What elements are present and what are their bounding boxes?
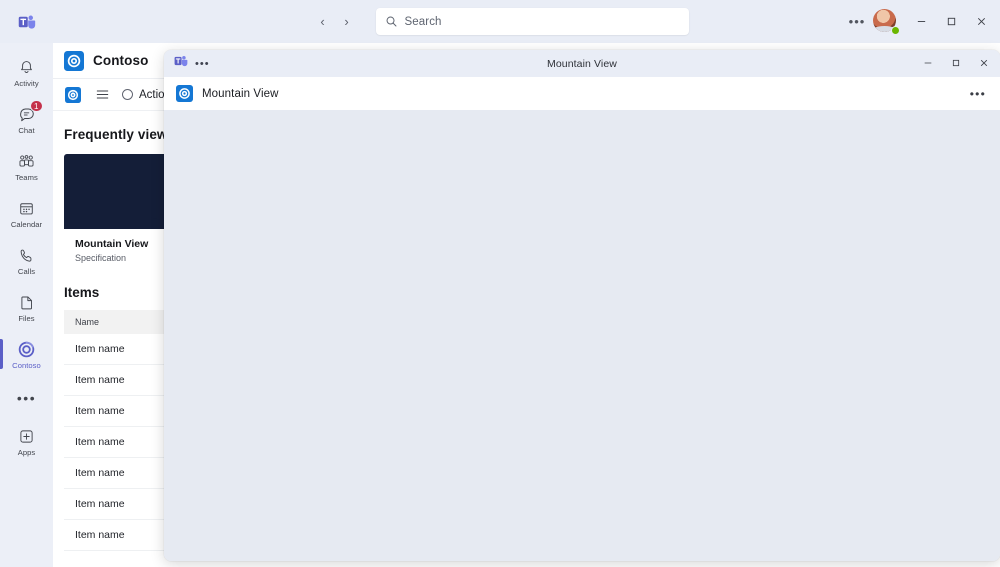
popup-app-header: Mountain View ••• bbox=[164, 77, 1000, 110]
sidebar-item-label: Calendar bbox=[10, 219, 43, 229]
sidebar-item-label: Teams bbox=[15, 172, 38, 182]
hamburger-menu-icon[interactable] bbox=[93, 86, 111, 104]
popup-close-button[interactable] bbox=[970, 50, 998, 77]
bell-icon bbox=[17, 58, 37, 78]
active-indicator bbox=[0, 339, 3, 369]
sidebar-item-label: Calls bbox=[17, 266, 36, 276]
apps-plus-icon bbox=[17, 427, 37, 447]
popup-content-more-button[interactable]: ••• bbox=[970, 77, 986, 110]
forward-button[interactable]: › bbox=[336, 10, 358, 34]
chat-unread-badge: 1 bbox=[30, 99, 43, 112]
app-sidebar: Activity 1 Chat Teams Calendar Calls Fil… bbox=[0, 43, 53, 567]
presence-available-icon bbox=[891, 25, 900, 35]
sidebar-item-label: Chat bbox=[18, 125, 35, 135]
minimize-icon bbox=[923, 55, 933, 73]
contoso-icon bbox=[64, 50, 84, 71]
maximize-icon bbox=[946, 16, 957, 27]
popup-maximize-button[interactable] bbox=[942, 50, 970, 77]
avatar[interactable] bbox=[873, 8, 900, 35]
teams-logo bbox=[0, 0, 53, 43]
popup-window-title: Mountain View bbox=[547, 57, 617, 70]
minimize-button[interactable] bbox=[906, 7, 936, 37]
search-input[interactable]: Search bbox=[375, 8, 689, 35]
sidebar-item-label: Apps bbox=[17, 447, 36, 457]
close-icon bbox=[976, 16, 987, 27]
popup-content-title: Mountain View bbox=[202, 87, 279, 100]
sidebar-item-label: Activity bbox=[14, 78, 39, 88]
close-button[interactable] bbox=[966, 7, 996, 37]
sidebar-item-calendar[interactable]: Calendar bbox=[0, 190, 53, 237]
back-button[interactable]: ‹ bbox=[312, 10, 334, 34]
maximize-button[interactable] bbox=[936, 7, 966, 37]
circle-icon bbox=[122, 89, 133, 100]
maximize-icon bbox=[951, 55, 961, 73]
sidebar-item-teams[interactable]: Teams bbox=[0, 143, 53, 190]
sidebar-item-calls[interactable]: Calls bbox=[0, 237, 53, 284]
search-icon bbox=[385, 15, 398, 28]
popup-content-body bbox=[164, 110, 1000, 561]
phone-icon bbox=[17, 246, 37, 266]
navigation-buttons: ‹ › bbox=[312, 10, 358, 34]
sidebar-item-activity[interactable]: Activity bbox=[0, 49, 53, 96]
popup-titlebar: ••• Mountain View bbox=[164, 50, 1000, 77]
chat-icon: 1 bbox=[17, 99, 43, 125]
popup-window: ••• Mountain View Mountain View ••• bbox=[164, 50, 1000, 561]
sidebar-item-apps[interactable]: Apps bbox=[0, 418, 53, 465]
sidebar-item-chat[interactable]: 1 Chat bbox=[0, 96, 53, 143]
popup-window-controls bbox=[914, 50, 998, 77]
calendar-icon bbox=[17, 199, 37, 219]
contoso-icon bbox=[176, 85, 193, 102]
sidebar-item-label: Contoso bbox=[12, 360, 41, 370]
sidebar-item-contoso[interactable]: Contoso bbox=[0, 331, 53, 378]
window-more-button[interactable]: ••• bbox=[844, 9, 870, 35]
contoso-icon bbox=[17, 340, 37, 360]
page-title: Contoso bbox=[93, 53, 149, 68]
file-icon bbox=[17, 293, 37, 313]
teams-logo-icon bbox=[18, 13, 36, 31]
teams-people-icon bbox=[17, 152, 37, 172]
search-placeholder: Search bbox=[404, 15, 442, 28]
sidebar-item-files[interactable]: Files bbox=[0, 284, 53, 331]
window-titlebar: ‹ › Search ••• bbox=[0, 0, 1000, 43]
popup-minimize-button[interactable] bbox=[914, 50, 942, 77]
teams-application-window: ‹ › Search ••• Activity 1 Chat Teams Cal… bbox=[0, 0, 1000, 567]
sidebar-overflow-button[interactable]: ••• bbox=[0, 378, 53, 418]
close-icon bbox=[979, 55, 989, 73]
titlebar-right-controls: ••• bbox=[844, 0, 1000, 43]
toolbar-contoso-icon[interactable] bbox=[64, 86, 82, 104]
sidebar-item-label: Files bbox=[18, 313, 35, 323]
minimize-icon bbox=[916, 16, 927, 27]
